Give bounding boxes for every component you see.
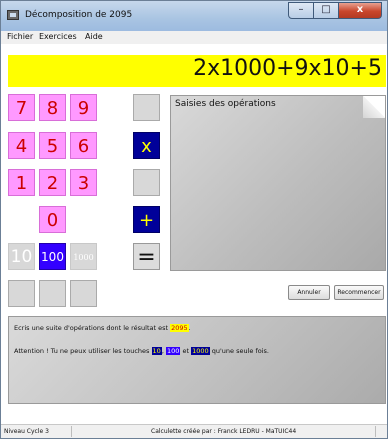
app-icon [7,10,19,20]
key-blank[interactable] [70,280,97,307]
key-5[interactable]: 5 [39,132,66,159]
client-area: 2x1000+9x10+5 7 8 9 4 5 6 x 1 2 3 0 + 10… [1,44,387,438]
key-blank[interactable] [39,280,66,307]
close-button[interactable]: x [339,2,382,19]
menu-exercices[interactable]: Exercices [39,32,77,41]
status-credit: Calculette créée par : Franck LEDRU - Ma… [151,428,297,435]
key-blank[interactable] [133,169,160,196]
formula-text: 2x1000+9x10+5 [193,56,382,81]
key-blank[interactable] [133,94,160,121]
instruction-text: qu'une seule fois. [211,347,269,355]
title-bar[interactable]: Décomposition de 2095 – □ x [1,1,387,31]
status-level: Niveau Cycle 3 [4,428,49,435]
key-4[interactable]: 4 [8,132,35,159]
key-100[interactable]: 100 [39,243,66,270]
key-7[interactable]: 7 [8,94,35,121]
key-8[interactable]: 8 [39,94,66,121]
target-number: 2095 [170,324,189,332]
operations-panel: Saisies des opérations [170,95,386,271]
instruction-text: . [188,324,191,332]
status-bar: Niveau Cycle 3 Calculette créée par : Fr… [1,424,387,438]
instructions-panel: Ecris une suite d'opérations dont le rés… [8,316,386,404]
instruction-text: et [182,347,190,355]
key-0[interactable]: 0 [39,206,66,233]
instruction-line-1: Ecris une suite d'opérations dont le rés… [14,324,191,332]
key-multiply[interactable]: x [133,132,160,159]
window-controls: – □ x [288,2,382,20]
key-9[interactable]: 9 [70,94,97,121]
window-title: Décomposition de 2095 [25,10,133,20]
key-equals[interactable]: = [133,243,160,270]
page-curl-icon [363,96,385,118]
status-divider [71,426,72,437]
instruction-text: Ecris une suite d'opérations dont le rés… [14,324,169,332]
key-2[interactable]: 2 [39,169,66,196]
menu-fichier[interactable]: Fichier [7,32,33,41]
instruction-text: Attention ! Tu ne peux utiliser les touc… [14,347,150,355]
key-3[interactable]: 3 [70,169,97,196]
maximize-button[interactable]: □ [314,2,339,19]
key-blank[interactable] [8,280,35,307]
minimize-button[interactable]: – [288,2,314,19]
key-1000-badge: 1000 [191,347,210,355]
restart-button[interactable]: Recommencer [334,285,384,300]
key-10-badge: 10 [151,347,162,355]
key-10[interactable]: 10 [8,243,35,270]
key-1[interactable]: 1 [8,169,35,196]
status-divider [375,426,376,437]
app-window: Décomposition de 2095 – □ x Fichier Exer… [0,0,388,439]
cancel-button[interactable]: Annuler [288,285,330,300]
key-100-badge: 100 [165,347,181,355]
key-plus[interactable]: + [133,206,160,233]
menu-bar: Fichier Exercices Aide [1,31,387,44]
key-6[interactable]: 6 [70,132,97,159]
menu-aide[interactable]: Aide [85,32,103,41]
key-1000[interactable]: 1000 [70,243,97,270]
operations-title: Saisies des opérations [175,99,276,109]
instruction-line-2: Attention ! Tu ne peux utiliser les touc… [14,347,269,355]
formula-display: 2x1000+9x10+5 [8,55,386,87]
